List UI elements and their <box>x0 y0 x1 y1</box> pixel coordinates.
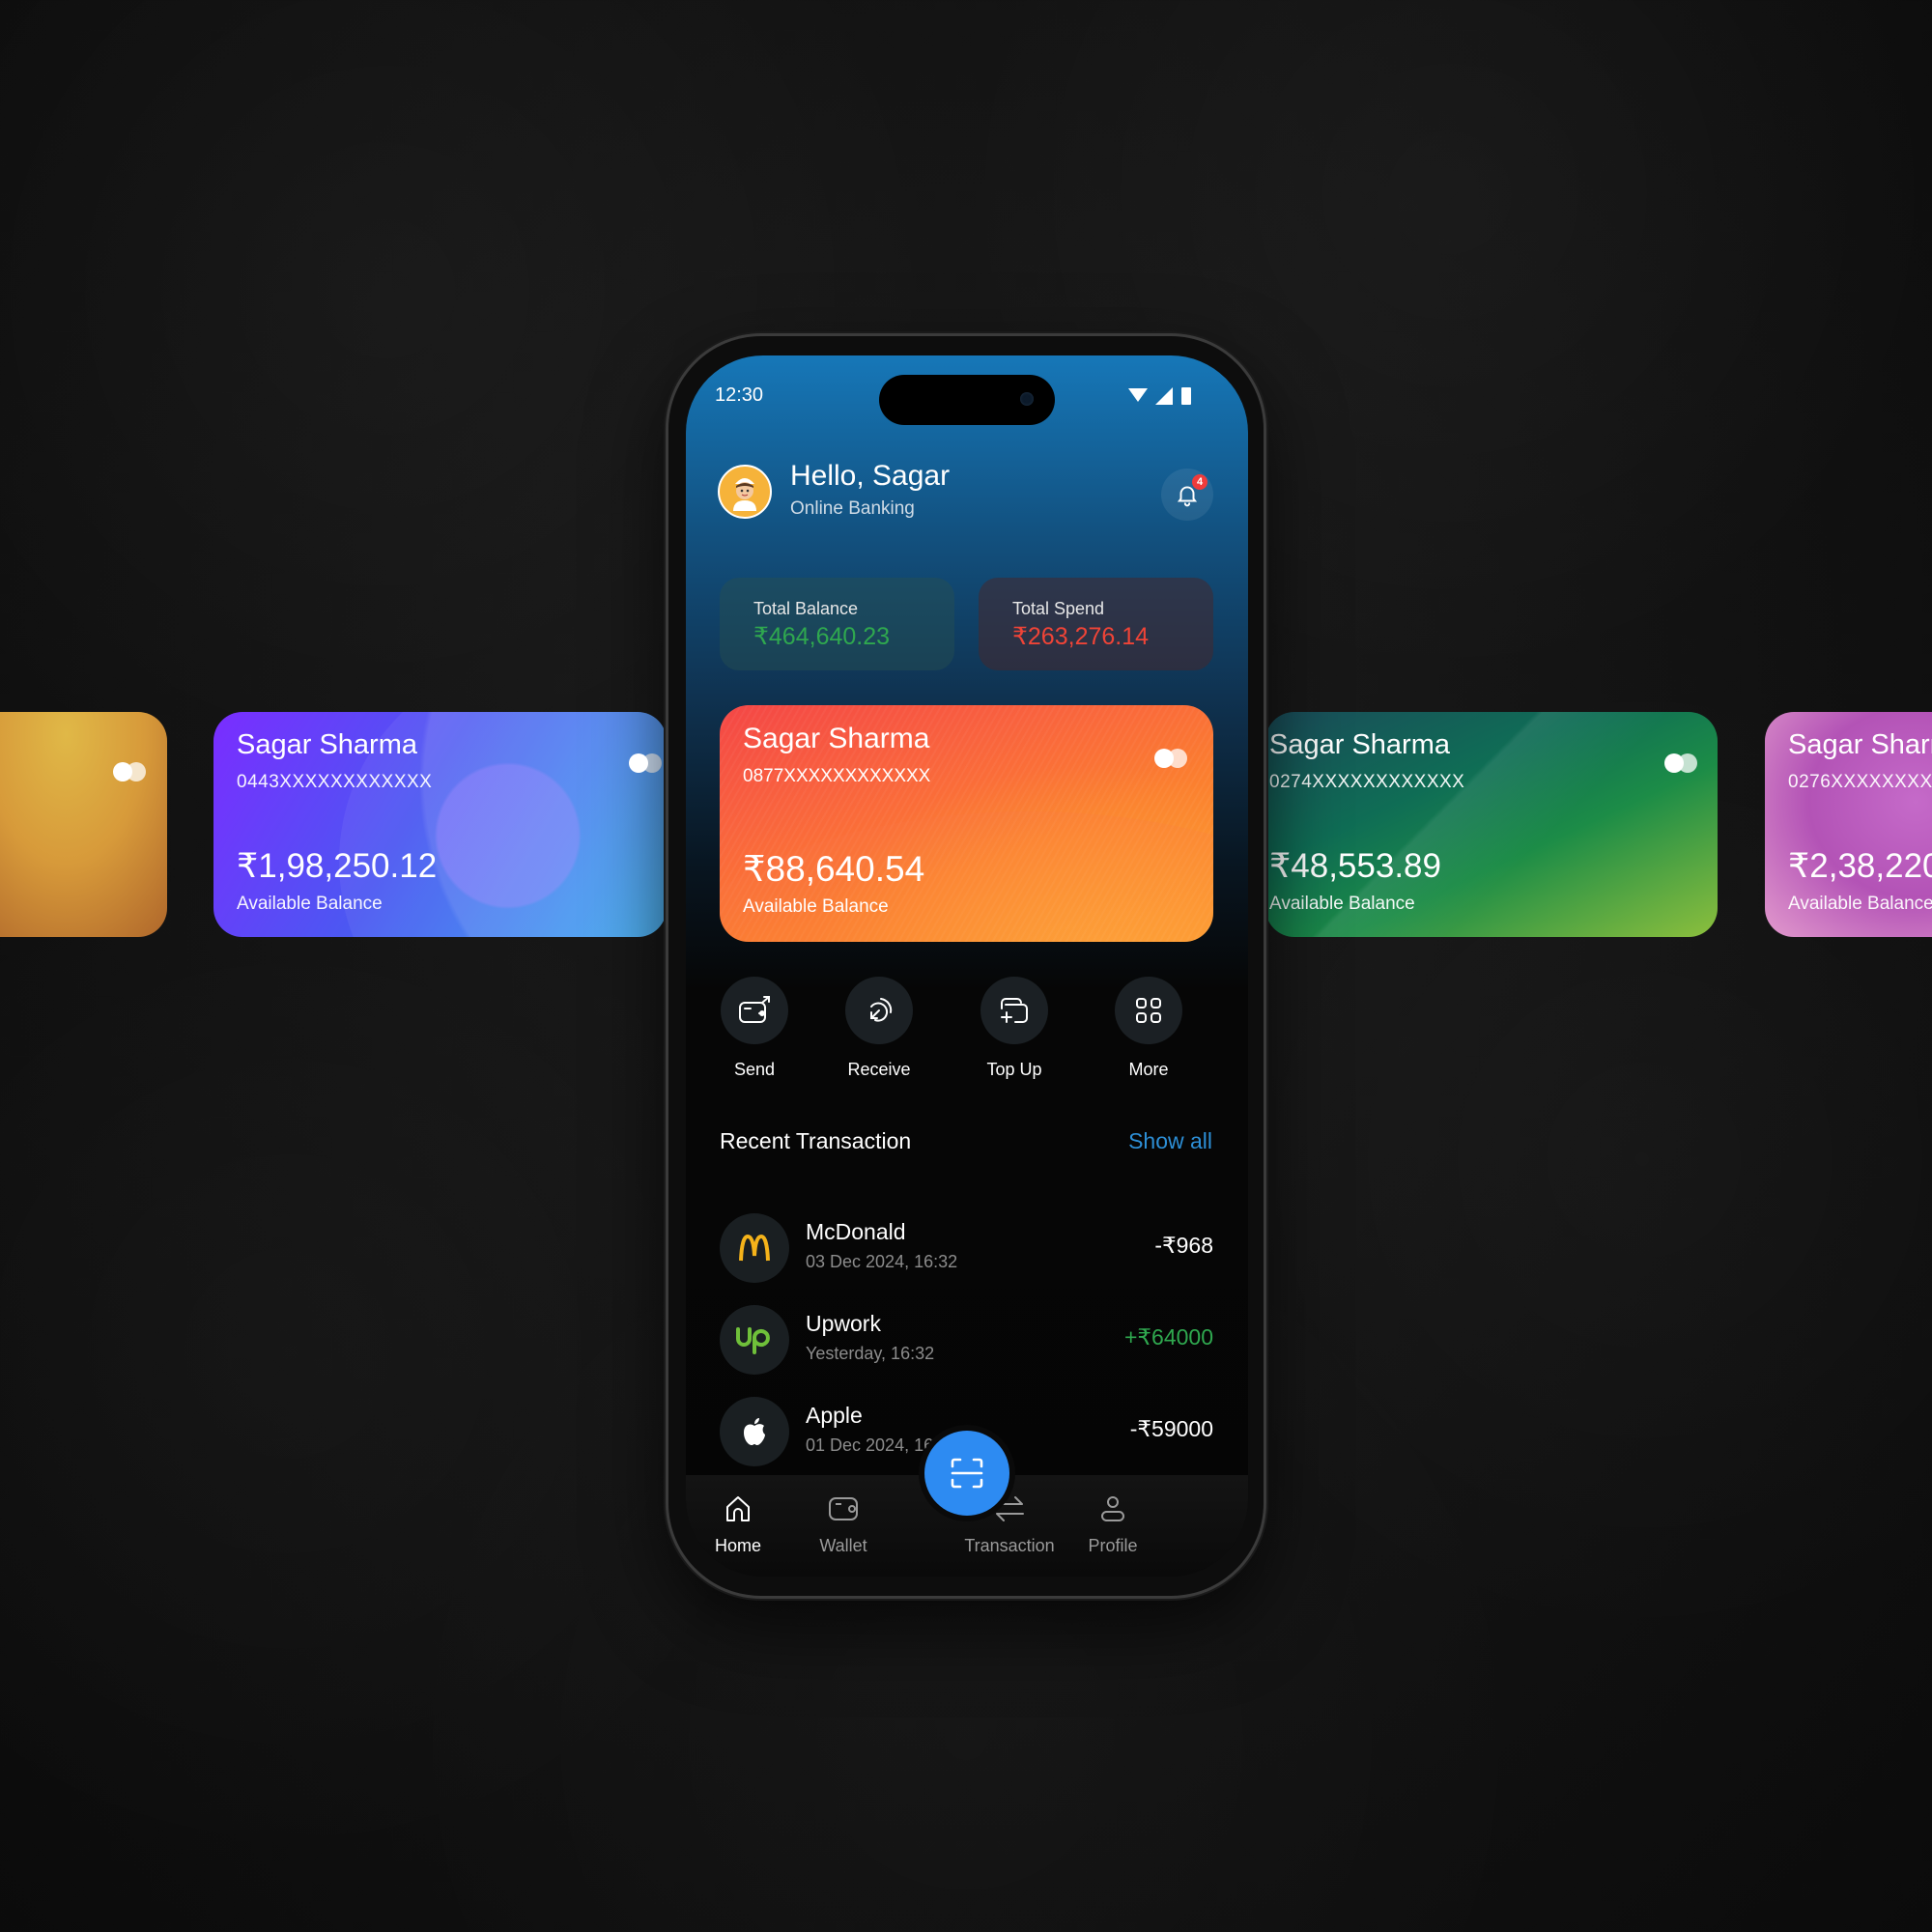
card-number: 0443XXXXXXXXXXXX <box>237 772 433 792</box>
nav-wallet-label: Wallet <box>819 1536 867 1555</box>
scan-icon <box>951 1458 983 1489</box>
notification-badge: 4 <box>1192 474 1208 490</box>
send-button[interactable]: Send <box>706 977 803 1080</box>
nav-transaction-label: Transaction <box>964 1536 1055 1555</box>
card-gold[interactable] <box>0 712 167 937</box>
transaction-row[interactable]: McDonald 03 Dec 2024, 16:32 -₹968 <box>720 1213 1213 1283</box>
total-spend-value: ₹263,276.14 <box>1012 623 1150 650</box>
transaction-date: Yesterday, 16:32 <box>806 1344 935 1363</box>
card-balance: ₹48,553.89 <box>1269 847 1441 885</box>
upwork-logo-icon <box>736 1327 770 1354</box>
signal-icon <box>1155 387 1173 405</box>
wallet-icon <box>829 1497 858 1520</box>
nav-home-label: Home <box>714 1536 761 1555</box>
transaction-date: 03 Dec 2024, 16:32 <box>806 1252 958 1271</box>
top-up-icon <box>1001 998 1028 1023</box>
avatar[interactable] <box>718 465 772 519</box>
card-balance-label: Available Balance <box>743 896 889 917</box>
card-number: 0276XXXXXXXXXXXX <box>1788 772 1932 792</box>
top-up-label: Top Up <box>986 1060 1042 1079</box>
card-orange[interactable]: Sagar Sharma 0877XXXXXXXXXXXX ₹88,640.54… <box>720 705 1213 942</box>
total-balance-label: Total Balance <box>753 599 859 618</box>
phone-screen: 12:30 Hello, Sagar Online Banking 4 Tota… <box>686 355 1248 1577</box>
recent-transaction-title: Recent Transaction <box>720 1128 912 1153</box>
top-up-button[interactable]: Top Up <box>966 977 1063 1080</box>
transaction-amount: -₹59000 <box>1129 1416 1213 1441</box>
card-brand-icon <box>1154 749 1189 768</box>
receive-button[interactable]: Receive <box>831 977 927 1080</box>
status-icons <box>1128 386 1192 406</box>
home-icon <box>726 1496 750 1521</box>
status-time: 12:30 <box>715 384 764 406</box>
show-all-link[interactable]: Show all <box>1128 1128 1212 1154</box>
wifi-icon <box>1128 388 1148 402</box>
card-brand-icon <box>629 753 664 773</box>
nav-wallet[interactable]: Wallet <box>807 1494 880 1556</box>
total-balance-card: Total Balance ₹464,640.23 <box>720 578 954 670</box>
card-holder-name: Sagar Sharma <box>237 729 417 760</box>
profile-icon <box>1101 1496 1124 1521</box>
card-balance-label: Available Balance <box>1788 894 1932 914</box>
card-holder-name: Sagar Sharma <box>1788 729 1932 760</box>
greeting-subtitle: Online Banking <box>790 498 915 519</box>
card-green[interactable]: Sagar Sharma 0274XXXXXXXXXXXX ₹48,553.89… <box>1265 712 1718 937</box>
card-balance: ₹88,640.54 <box>743 849 925 889</box>
card-number: 0274XXXXXXXXXXXX <box>1269 772 1465 792</box>
card-balance-label: Available Balance <box>1269 894 1415 914</box>
card-holder-name: Sagar Sharma <box>1269 729 1450 760</box>
card-balance: ₹2,38,220 <box>1788 847 1932 885</box>
greeting: Hello, Sagar <box>790 460 951 492</box>
grid-icon <box>1136 998 1161 1023</box>
total-spend-card: Total Spend ₹263,276.14 <box>979 578 1213 670</box>
send-label: Send <box>733 1060 776 1079</box>
card-brand-icon <box>1664 753 1699 773</box>
transaction-name: Apple <box>806 1403 863 1428</box>
transaction-name: Upwork <box>806 1311 881 1336</box>
nav-profile-label: Profile <box>1088 1536 1138 1555</box>
avatar-icon <box>733 478 756 511</box>
transaction-name: McDonald <box>806 1219 906 1244</box>
dynamic-island <box>879 375 1055 425</box>
total-balance-value: ₹464,640.23 <box>753 623 891 650</box>
nav-profile[interactable]: Profile <box>1074 1494 1151 1556</box>
scan-button[interactable] <box>924 1431 1009 1516</box>
transaction-row[interactable]: Upwork Yesterday, 16:32 +₹64000 <box>720 1305 1213 1375</box>
more-button[interactable]: More <box>1100 977 1197 1080</box>
apple-logo-icon <box>744 1418 765 1445</box>
notification-button[interactable]: 4 <box>1161 469 1213 521</box>
phone-frame: 12:30 Hello, Sagar Online Banking 4 Tota… <box>668 336 1264 1596</box>
receive-icon <box>870 998 893 1022</box>
transaction-amount: -₹968 <box>1154 1233 1213 1258</box>
camera-icon <box>1020 392 1034 406</box>
card-holder-name: Sagar Sharma <box>743 723 930 754</box>
quick-actions: Send Receive Top Up More <box>686 977 1248 1083</box>
card-balance-label: Available Balance <box>237 894 383 914</box>
wallet-send-icon <box>739 996 770 1023</box>
card-pink[interactable]: Sagar Sharma 0276XXXXXXXXXXXX ₹2,38,220 … <box>1765 712 1932 937</box>
card-balance: ₹1,98,250.12 <box>237 847 438 885</box>
total-spend-label: Total Spend <box>1012 599 1105 618</box>
battery-icon <box>1181 387 1191 405</box>
mcdonalds-logo-icon <box>739 1235 770 1262</box>
card-blue[interactable]: Sagar Sharma 0443XXXXXXXXXXXX ₹1,98,250.… <box>213 712 667 937</box>
nav-home[interactable]: Home <box>707 1494 769 1556</box>
card-number: 0877XXXXXXXXXXXX <box>743 766 931 786</box>
transaction-amount: +₹64000 <box>1123 1324 1213 1350</box>
more-label: More <box>1128 1060 1169 1079</box>
card-brand-icon <box>113 762 148 781</box>
receive-label: Receive <box>847 1060 911 1079</box>
